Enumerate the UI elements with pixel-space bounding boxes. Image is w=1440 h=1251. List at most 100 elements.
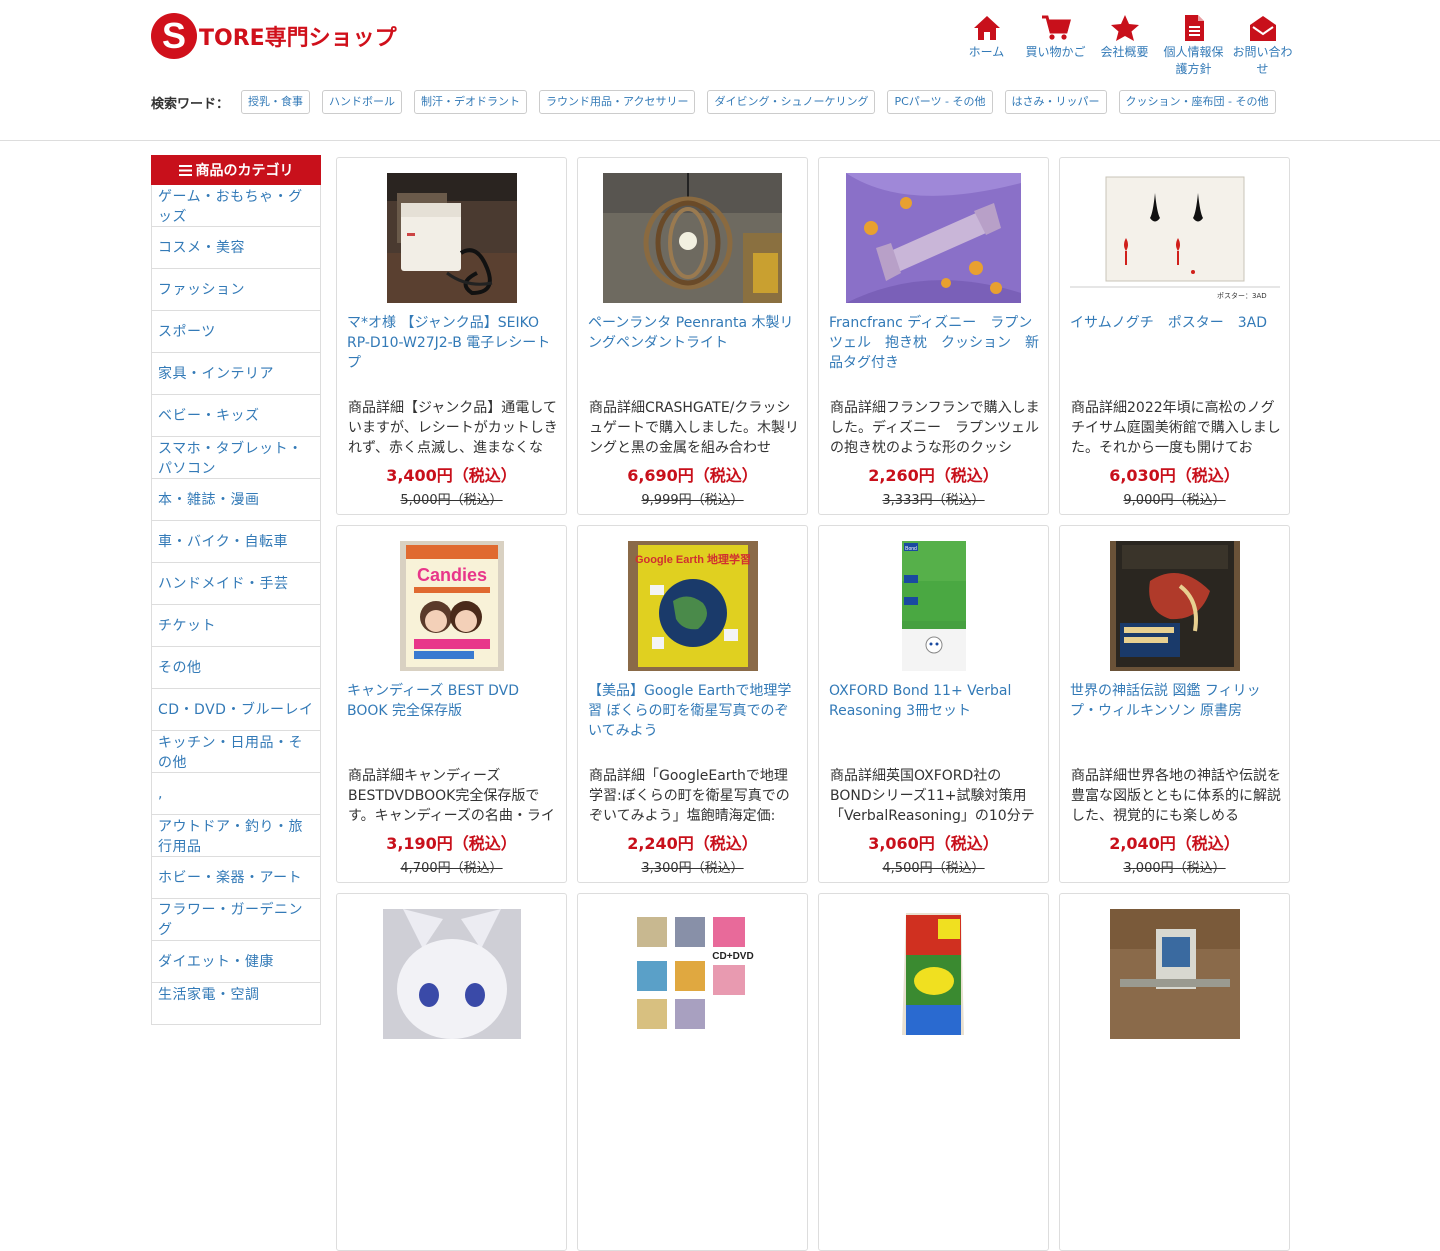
product-title[interactable]: ペーンランタ Peenranta 木製リングペンダントライト	[588, 313, 798, 375]
product-card[interactable]: Bond OXFORD Bond 11+ Verbal Reasoning 3冊…	[818, 525, 1049, 883]
product-card[interactable]: マ*オ様 【ジャンク品】SEIKO RP-D10-W27J2-B 電子レシートプ…	[336, 157, 567, 515]
site-logo[interactable]: S TORE専門ショップ	[151, 13, 397, 59]
product-original-price: 4,500円（税込）	[882, 861, 985, 876]
product-card[interactable]: ペーンランタ Peenranta 木製リングペンダントライト 商品詳細CRASH…	[577, 157, 808, 515]
category-item[interactable]: アウトドア・釣り・旅行用品	[151, 815, 321, 857]
product-original-price: 9,000円（税込）	[1123, 493, 1226, 508]
nav-privacy[interactable]: 個人情報保護方針	[1159, 14, 1228, 78]
nav-cart[interactable]: 買い物かご	[1021, 14, 1090, 78]
category-header-label: 商品のカテゴリ	[195, 163, 294, 179]
product-price: 3,190円（税込）	[386, 834, 517, 853]
search-tag[interactable]: クッション・座布団 - その他	[1118, 90, 1276, 114]
product-card[interactable]: Candies キャンディーズ BEST DVD BOOK 完全保存版 商品詳細…	[336, 525, 567, 883]
product-description: 商品詳細CRASHGATE/クラッシュゲートで購入しました。木製リングと黒の金属…	[589, 400, 799, 456]
nav-home-label: ホーム	[968, 45, 1005, 59]
category-item[interactable]: スマホ・タブレット・パソコン	[151, 437, 321, 479]
product-image[interactable]	[819, 173, 1048, 303]
product-image[interactable]	[337, 909, 566, 1039]
product-description: 商品詳細キャンディーズBESTDVDBOOK完全保存版です。キャンディーズの名曲…	[348, 768, 555, 824]
category-item[interactable]: 車・バイク・自転車	[151, 521, 321, 563]
product-image[interactable]: Google Earth 地理学習	[578, 541, 807, 671]
document-icon	[1184, 15, 1204, 41]
product-image[interactable]	[578, 173, 807, 303]
category-item[interactable]: ゲーム・おもちゃ・グッズ	[151, 185, 321, 227]
product-price: 6,690円（税込）	[627, 466, 758, 485]
product-title[interactable]: 【美品】Google Earthで地理学習 ぼくらの町を衛星写真でのぞいてみよう	[588, 681, 798, 743]
category-item[interactable]: ホビー・楽器・アート	[151, 857, 321, 899]
category-item[interactable]: フラワー・ガーデニング	[151, 899, 321, 941]
category-item[interactable]: ベビー・キッズ	[151, 395, 321, 437]
search-tag[interactable]: ダイビング・シュノーケリング	[707, 90, 876, 114]
product-description: 商品詳細英国OXFORD社のBONDシリーズ11+試験対策用「VerbalRea…	[830, 768, 1035, 824]
logo-initial: S	[151, 13, 197, 59]
product-card[interactable]: Francfranc ディズニー ラプンツェル 抱き枕 クッション 新品タグ付き…	[818, 157, 1049, 515]
product-image[interactable]: CD+DVD	[578, 909, 807, 1039]
product-card[interactable]: CD+DVD	[577, 893, 808, 1251]
search-tag[interactable]: ハンドボール	[322, 90, 403, 114]
header-nav: ホーム 買い物かご 会社概要 個人情報保護方針 お問い合わせ	[952, 14, 1297, 78]
product-card[interactable]	[1059, 893, 1290, 1251]
cushion-photo	[846, 173, 1021, 303]
product-card[interactable]: Google Earth 地理学習 【美品】Google Earthで地理学習 …	[577, 525, 808, 883]
product-original-price: 5,000円（税込）	[400, 493, 503, 508]
product-title[interactable]: OXFORD Bond 11+ Verbal Reasoning 3冊セット	[829, 681, 1039, 743]
search-tag[interactable]: 制汗・デオドラント	[414, 90, 528, 114]
product-price: 3,400円（税込）	[386, 466, 517, 485]
receipt-printer-photo	[386, 173, 517, 303]
dvd-book-photo: Candies	[399, 541, 504, 671]
product-image[interactable]: Bond	[819, 541, 1048, 671]
cover-title: CD+DVD	[712, 951, 753, 962]
product-image[interactable]: ポスター：3AD	[1060, 173, 1289, 303]
product-title[interactable]: 世界の神話伝説 図鑑 フィリップ・ウィルキンソン 原書房	[1070, 681, 1280, 743]
search-tag[interactable]: ラウンド用品・アクセサリー	[539, 90, 696, 114]
category-item[interactable]: スポーツ	[151, 311, 321, 353]
cart-icon	[1041, 15, 1071, 40]
product-description: 商品詳細2022年頃に高松のノグチイサム庭園美術館で購入しました。それから一度も…	[1071, 400, 1281, 456]
category-item[interactable]: 家具・インテリア	[151, 353, 321, 395]
category-item[interactable]: ,	[151, 773, 321, 815]
cover-title: Google Earth 地理学習	[634, 552, 750, 566]
search-tag[interactable]: はさみ・リッパー	[1004, 90, 1107, 114]
nav-home[interactable]: ホーム	[952, 14, 1021, 78]
search-tag[interactable]: PCパーツ - その他	[887, 90, 993, 114]
product-title[interactable]: マ*オ様 【ジャンク品】SEIKO RP-D10-W27J2-B 電子レシートプ	[347, 313, 557, 375]
category-item[interactable]: CD・DVD・ブルーレイ	[151, 689, 321, 731]
product-image[interactable]	[819, 909, 1048, 1039]
category-item[interactable]: コスメ・美容	[151, 227, 321, 269]
category-item[interactable]: キッチン・日用品・その他	[151, 731, 321, 773]
product-image[interactable]	[337, 173, 566, 303]
product-card[interactable]: ポスター：3AD イサムノグチ ポスター 3AD 商品詳細2022年頃に高松のノ…	[1059, 157, 1290, 515]
category-header: 商品のカテゴリ	[151, 155, 321, 185]
poster-caption: ポスター：3AD	[1217, 291, 1267, 300]
category-item[interactable]: ダイエット・健康	[151, 941, 321, 983]
plush-photo	[382, 909, 521, 1039]
poster-photo: ポスター：3AD	[1069, 173, 1280, 303]
category-item[interactable]: ハンドメイド・手芸	[151, 563, 321, 605]
product-original-price: 3,333円（税込）	[882, 493, 985, 508]
product-card[interactable]	[336, 893, 567, 1251]
product-card[interactable]: 世界の神話伝説 図鑑 フィリップ・ウィルキンソン 原書房 商品詳細世界各地の神話…	[1059, 525, 1290, 883]
product-image[interactable]: Candies	[337, 541, 566, 671]
product-image[interactable]	[1060, 541, 1289, 671]
product-title[interactable]: Francfranc ディズニー ラプンツェル 抱き枕 クッション 新品タグ付き	[829, 313, 1039, 375]
mole-trap-photo	[896, 909, 971, 1039]
nav-privacy-label: 個人情報保護方針	[1163, 45, 1224, 76]
search-tag[interactable]: 授乳・食事	[241, 90, 311, 114]
category-item[interactable]: チケット	[151, 605, 321, 647]
product-title[interactable]: キャンディーズ BEST DVD BOOK 完全保存版	[347, 681, 557, 743]
search-label: 検索ワード：	[151, 96, 230, 112]
product-image[interactable]	[1060, 909, 1289, 1039]
category-item[interactable]: 本・雑誌・漫画	[151, 479, 321, 521]
site-header: S TORE専門ショップ ホーム 買い物かご 会社概要 個人情報保護方針 お問い…	[0, 0, 1440, 141]
product-title[interactable]: イサムノグチ ポスター 3AD	[1070, 313, 1280, 375]
nav-company[interactable]: 会社概要	[1090, 14, 1159, 78]
product-card[interactable]	[818, 893, 1049, 1251]
cover-title: Candies	[416, 565, 486, 585]
category-item[interactable]: ファッション	[151, 269, 321, 311]
category-item[interactable]: 生活家電・空調	[151, 983, 321, 1025]
search-keywords: 検索ワード： 授乳・食事 ハンドボール 制汗・デオドラント ラウンド用品・アクセ…	[151, 90, 1288, 114]
category-item[interactable]: その他	[151, 647, 321, 689]
pendant-light-photo	[603, 173, 782, 303]
product-description: 商品詳細世界各地の神話や伝説を豊富な図版とともに体系的に解説した、視覚的にも楽し…	[1071, 768, 1281, 824]
nav-contact[interactable]: お問い合わせ	[1228, 14, 1297, 78]
